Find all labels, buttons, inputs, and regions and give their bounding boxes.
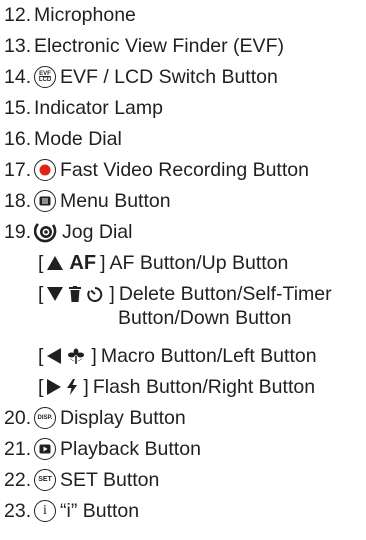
item-label: Indicator Lamp	[34, 96, 163, 119]
item-number: 16.	[4, 127, 32, 150]
right-arrow-icon	[47, 379, 62, 395]
list-item: 14. EVF LCD EVF / LCD Switch Button	[4, 62, 278, 92]
list-item: 22. SET SET Button	[4, 465, 159, 495]
item-label: EVF / LCD Switch Button	[60, 65, 278, 88]
item-label: Playback Button	[60, 437, 201, 460]
item-number: 22.	[4, 468, 32, 491]
item-label: Jog Dial	[62, 220, 133, 243]
jog-subitem: [ ] Flash Button/Right Button	[38, 375, 316, 398]
item-label: “i” Button	[60, 499, 140, 522]
info-icon: i	[34, 500, 56, 522]
item-label: Microphone	[34, 3, 136, 26]
subitem-label: AF Button/Up Button	[109, 251, 289, 274]
evf-lcd-switch-icon: EVF LCD	[34, 66, 56, 88]
item-number: 14.	[4, 65, 32, 88]
list-item: 23. i “i” Button	[4, 496, 139, 526]
left-arrow-icon	[47, 348, 62, 364]
list-item: 13. Electronic View Finder (EVF)	[4, 31, 284, 61]
list-item: 12. Microphone	[4, 0, 136, 30]
list-item: 18. Menu Button	[4, 186, 171, 216]
item-label: Mode Dial	[34, 127, 122, 150]
self-timer-icon	[87, 286, 103, 302]
jog-subitem: [ AF ] AF Button/Up Button	[38, 251, 289, 274]
set-icon: SET	[34, 469, 56, 491]
playback-icon	[34, 438, 56, 460]
list-item: 15. Indicator Lamp	[4, 93, 163, 123]
list-item: 19. Jog Dial	[4, 217, 132, 247]
item-label: Electronic View Finder (EVF)	[34, 34, 284, 57]
item-label: Display Button	[60, 406, 186, 429]
item-number: 20.	[4, 406, 32, 429]
item-number: 18.	[4, 189, 32, 212]
item-number: 17.	[4, 158, 32, 181]
delete-icon	[69, 286, 82, 302]
record-icon	[34, 159, 56, 181]
list-item: 17. Fast Video Recording Button	[4, 155, 309, 185]
flash-icon	[67, 379, 78, 395]
item-number: 13.	[4, 34, 32, 57]
menu-icon	[34, 190, 56, 212]
item-number: 23.	[4, 499, 32, 522]
item-number: 12.	[4, 3, 32, 26]
up-arrow-icon	[47, 256, 64, 270]
jog-subitem: [ ] Macro Button/Left Button	[38, 344, 317, 367]
item-label: SET Button	[60, 468, 160, 491]
subitem-label: Flash Button/Right Button	[92, 375, 316, 398]
item-number: 19.	[4, 220, 32, 243]
list-item: 21. Playback Button	[4, 434, 201, 464]
jog-dial-icon	[34, 221, 58, 243]
af-icon: AF	[69, 251, 97, 274]
subitem-label: Macro Button/Left Button	[100, 344, 317, 367]
display-icon: DISP.	[34, 407, 56, 429]
down-arrow-icon	[47, 287, 64, 301]
item-label: Menu Button	[60, 189, 171, 212]
item-number: 21.	[4, 437, 32, 460]
subitem-label-continued: Button/Down Button	[118, 306, 292, 329]
list-item: 16. Mode Dial	[4, 124, 122, 154]
list-item: 20. DISP. Display Button	[4, 403, 186, 433]
item-label: Fast Video Recording Button	[60, 158, 309, 181]
macro-icon	[67, 348, 85, 364]
item-number: 15.	[4, 96, 32, 119]
